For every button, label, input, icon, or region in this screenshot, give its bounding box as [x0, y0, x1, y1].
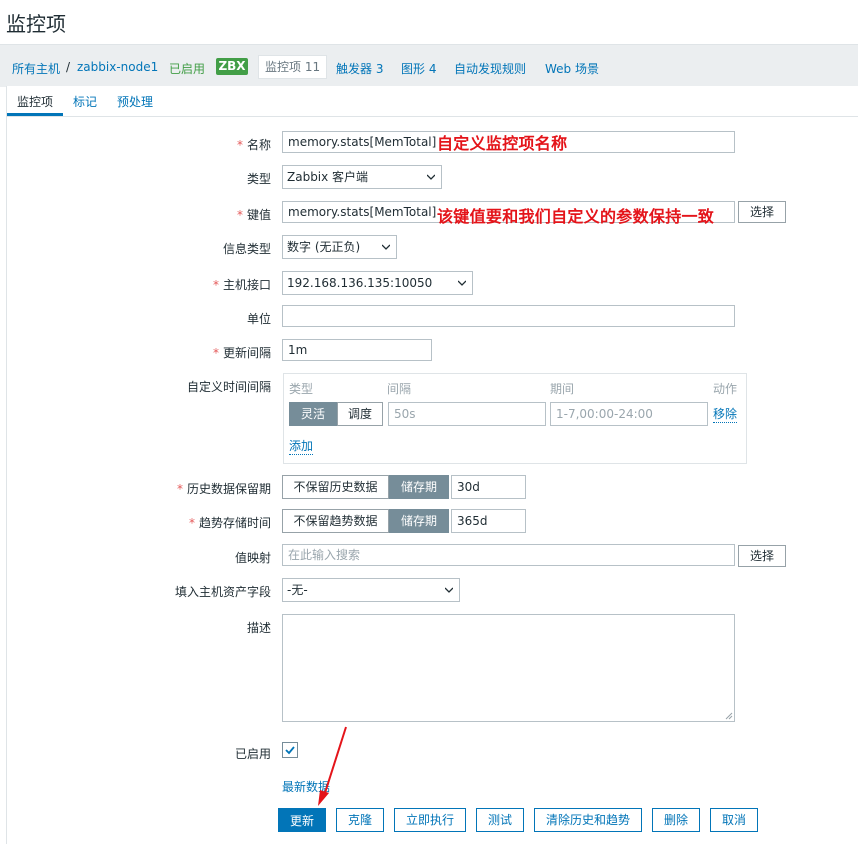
tab-items[interactable]: 监控项: [17, 93, 53, 110]
trends-input[interactable]: 365d: [451, 509, 526, 533]
col-interval-header: 间隔: [387, 382, 412, 396]
trends-label: * 趋势存储时间: [188, 516, 271, 530]
tab-preprocessing[interactable]: 预处理: [117, 93, 153, 110]
nav-web-scenarios[interactable]: Web 场景: [545, 60, 599, 77]
name-label-text: 名称: [246, 138, 271, 152]
breadcrumb-all-hosts[interactable]: 所有主机: [12, 60, 60, 77]
history-storage-period[interactable]: 储存期: [389, 475, 449, 499]
delay-input[interactable]: 1m: [282, 339, 432, 361]
delay-label-text: 更新间隔: [222, 346, 271, 360]
history-do-not-keep[interactable]: 不保留历史数据: [282, 475, 389, 499]
inventory-select[interactable]: -无-: [282, 578, 460, 602]
key-annotation: 该键值要和我们自定义的参数保持一致: [437, 207, 715, 226]
chevron-down-icon: [382, 244, 390, 250]
zbx-availability-badge: ZBX: [216, 58, 248, 75]
inventory-label: 填入主机资产字段: [174, 585, 271, 599]
valuemap-input[interactable]: 在此输入搜索: [282, 544, 735, 566]
interval-type-flexible[interactable]: 灵活: [289, 402, 337, 426]
inventory-select-value: -无-: [287, 583, 308, 597]
history-label: * 历史数据保留期: [176, 482, 271, 496]
nav-graphs[interactable]: 图形 4: [401, 60, 436, 77]
update-button[interactable]: 更新: [278, 808, 326, 832]
type-select[interactable]: Zabbix 客户端: [282, 165, 442, 189]
tab-tags[interactable]: 标记: [73, 93, 97, 110]
chevron-down-icon: [458, 280, 466, 286]
custom-intervals-table: 类型 间隔 期间 动作 灵活 调度 50s 1-7,00:00-24:00 移除…: [283, 373, 747, 464]
page-title: 监控项: [6, 12, 66, 36]
delay-label: * 更新间隔: [212, 346, 271, 360]
resize-handle-icon[interactable]: [725, 712, 733, 720]
col-action-header: 动作: [713, 382, 738, 396]
col-type-header: 类型: [289, 382, 314, 396]
interface-select[interactable]: 192.168.136.135:10050: [282, 271, 473, 295]
cancel-button[interactable]: 取消: [710, 808, 758, 832]
history-label-text: 历史数据保留期: [186, 482, 271, 496]
interval-type-scheduling[interactable]: 调度: [337, 402, 383, 426]
value-type-select-value: 数字 (无正负): [287, 240, 361, 254]
nav-graphs-count: 4: [428, 62, 437, 76]
key-label: * 键值: [236, 208, 271, 222]
description-textarea[interactable]: [282, 614, 735, 722]
col-period-header: 期间: [550, 382, 575, 396]
type-select-value: Zabbix 客户端: [287, 170, 369, 184]
units-label: 单位: [246, 312, 271, 326]
interface-select-value: 192.168.136.135:10050: [287, 276, 433, 290]
nav-items-count: 11: [304, 60, 321, 74]
interface-label-text: 主机接口: [222, 278, 271, 292]
form-tabs: 监控项 标记 预处理: [6, 86, 858, 116]
test-button[interactable]: 测试: [476, 808, 524, 832]
chevron-down-icon: [445, 587, 453, 593]
enabled-checkbox[interactable]: [282, 742, 298, 758]
history-input[interactable]: 30d: [451, 475, 526, 499]
nav-graphs-label: 图形: [401, 62, 426, 76]
value-type-label: 信息类型: [222, 242, 271, 256]
period-input[interactable]: 1-7,00:00-24:00: [550, 402, 708, 426]
latest-data-link[interactable]: 最新数据: [282, 778, 330, 795]
nav-triggers[interactable]: 触发器 3: [336, 60, 383, 77]
key-label-text: 键值: [246, 208, 271, 222]
name-label: * 名称: [236, 138, 271, 152]
trends-do-not-keep[interactable]: 不保留趋势数据: [282, 509, 389, 533]
nav-discovery-rules[interactable]: 自动发现规则: [454, 60, 526, 77]
enabled-label: 已启用: [234, 747, 271, 761]
breadcrumb-separator: /: [66, 60, 71, 74]
valuemap-label: 值映射: [234, 551, 271, 565]
clone-button[interactable]: 克隆: [336, 808, 384, 832]
execute-now-button[interactable]: 立即执行: [394, 808, 466, 832]
chevron-down-icon: [427, 174, 435, 180]
name-annotation: 自定义监控项名称: [437, 134, 568, 153]
add-interval-link[interactable]: 添加: [289, 437, 314, 455]
trends-storage-period[interactable]: 储存期: [389, 509, 449, 533]
breadcrumb-host[interactable]: zabbix-node1: [77, 60, 158, 74]
trends-label-text: 趋势存储时间: [198, 516, 271, 530]
nav-triggers-label: 触发器: [336, 62, 373, 76]
interface-label: * 主机接口: [212, 278, 271, 292]
value-type-select[interactable]: 数字 (无正负): [282, 235, 397, 259]
clear-history-trends-button[interactable]: 清除历史和趋势: [534, 808, 642, 832]
nav-triggers-count: 3: [375, 62, 384, 76]
key-select-button[interactable]: 选择: [738, 201, 786, 223]
units-input[interactable]: [282, 305, 735, 327]
remove-interval-link[interactable]: 移除: [713, 405, 738, 423]
type-label: 类型: [246, 172, 271, 186]
nav-items-label: 监控项: [265, 60, 302, 74]
delete-button[interactable]: 删除: [652, 808, 700, 832]
valuemap-select-button[interactable]: 选择: [738, 545, 786, 567]
nav-items[interactable]: 监控项 11: [258, 55, 328, 79]
host-navigation-bar: 所有主机 / zabbix-node1 已启用 ZBX 监控项 11 触发器 3…: [0, 44, 858, 87]
custom-intervals-label: 自定义时间间隔: [186, 380, 271, 394]
host-status-enabled[interactable]: 已启用: [169, 60, 205, 77]
checkmark-icon: [285, 746, 295, 755]
description-label: 描述: [246, 621, 271, 635]
interval-input[interactable]: 50s: [388, 402, 546, 426]
